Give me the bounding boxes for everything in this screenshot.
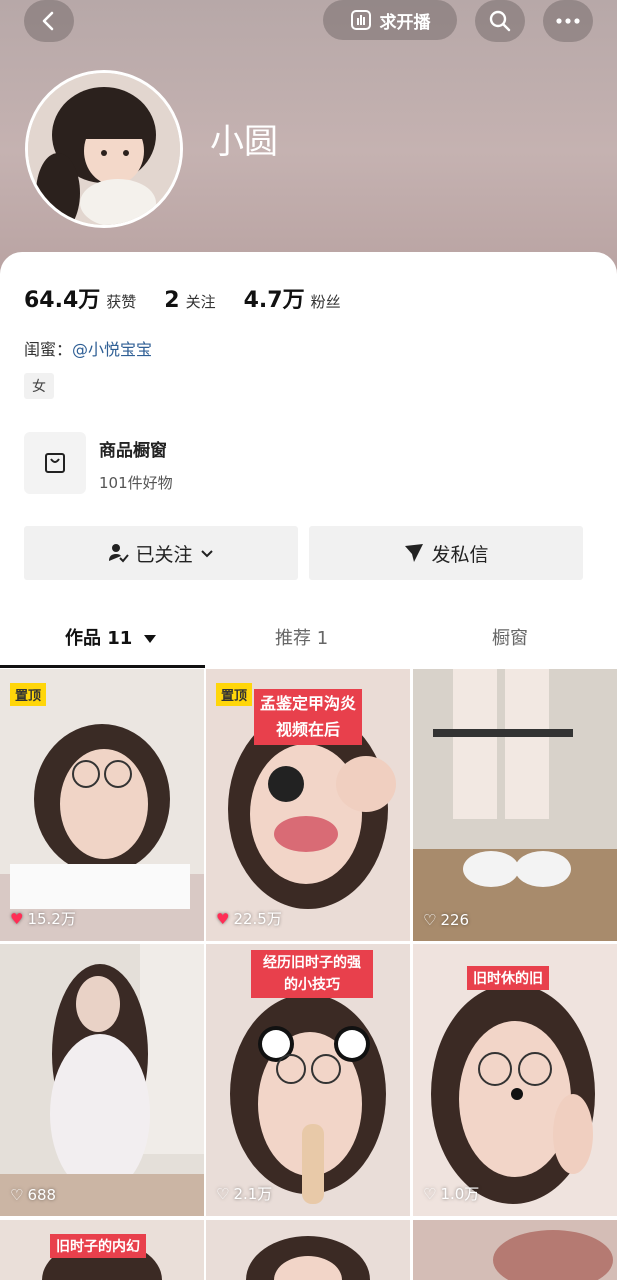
bestie-prefix: 闺蜜： [24, 340, 73, 359]
video-cover-image [0, 669, 204, 941]
video-thumb[interactable]: 经历旧时子的强的小技巧 ♡ 2.1万 [206, 944, 410, 1216]
likes-value: 22.5万 [233, 910, 282, 928]
heart-outline-icon: ♡ [423, 1184, 437, 1203]
shop-window-icon[interactable] [24, 432, 86, 494]
chevron-left-icon [42, 11, 54, 31]
heart-outline-icon: ♡ [216, 1184, 230, 1203]
back-button[interactable] [24, 0, 74, 42]
likes-value: 2.1万 [233, 1185, 273, 1203]
video-cover-image [0, 944, 204, 1216]
search-icon [489, 10, 511, 32]
followers-count[interactable]: 4.7万 [244, 282, 305, 314]
user-check-icon [109, 544, 130, 563]
following-count[interactable]: 2 [164, 288, 179, 313]
heart-outline-icon: ♡ [10, 1186, 24, 1204]
likes-count: ♥ 15.2万 [10, 908, 76, 929]
likes-count: ♡ 1.0万 [423, 1183, 479, 1204]
tab-shop[interactable]: 橱窗 [492, 624, 528, 650]
bestie-link[interactable]: @小悦宝宝 [72, 340, 152, 359]
video-thumb[interactable]: 旧时休的旧 ♡ 1.0万 [413, 944, 617, 1216]
avatar[interactable] [25, 70, 183, 228]
video-cover-image [413, 1220, 617, 1280]
send-icon [405, 544, 424, 562]
tab-works[interactable]: 作品 11 [65, 624, 157, 650]
video-thumb[interactable]: 置顶 ♥ 15.2万 [0, 669, 204, 941]
likes-count: 64.4万 [24, 288, 101, 313]
shopping-bag-icon [45, 453, 65, 473]
video-caption: 经历旧时子的强的小技巧 [251, 950, 373, 998]
gender-tag: 女 [24, 373, 54, 399]
likes-count: ♡ 2.1万 [216, 1183, 272, 1204]
heart-icon: ♥ [10, 909, 24, 928]
video-thumb[interactable]: 置顶 孟鉴定甲沟炎 视频在后 ♥ 22.5万 [206, 669, 410, 941]
message-button[interactable]: 发私信 [309, 526, 583, 580]
active-tab-indicator [0, 665, 205, 668]
heart-outline-icon: ♡ [423, 911, 437, 929]
followed-button[interactable]: 已关注 [24, 526, 298, 580]
video-cover-image [206, 1220, 410, 1280]
live-icon [350, 10, 371, 30]
request-live-button[interactable]: 求开播 [323, 0, 457, 40]
more-icon [556, 18, 580, 24]
tab-recommend[interactable]: 推荐 1 [275, 624, 328, 650]
heart-icon: ♥ [216, 909, 230, 928]
more-button[interactable] [543, 0, 593, 42]
request-live-label: 求开播 [379, 12, 431, 33]
search-button[interactable] [475, 0, 525, 42]
following-label[interactable]: 关注 [186, 291, 216, 312]
shop-window-title[interactable]: 商品橱窗 [99, 436, 167, 461]
video-caption: 孟鉴定甲沟炎 视频在后 [254, 689, 363, 745]
video-thumb[interactable] [413, 1220, 617, 1280]
video-thumb[interactable]: 旧时子的内幻 [0, 1220, 204, 1280]
video-thumb[interactable]: ♡ 688 [0, 944, 204, 1216]
caret-down-icon [143, 635, 156, 643]
shop-window-subtitle: 101件好物 [99, 474, 173, 492]
tab-works-label: 作品 11 [65, 628, 133, 649]
likes-value: 688 [27, 1186, 57, 1204]
video-thumb[interactable] [206, 1220, 410, 1280]
likes-count: ♥ 22.5万 [216, 908, 282, 929]
likes-label: 获赞 [106, 293, 137, 311]
likes-value: 226 [440, 911, 470, 929]
likes-count: ♡ 226 [423, 911, 469, 929]
avatar-image [28, 73, 180, 225]
chevron-down-icon [200, 550, 213, 558]
video-cover-image [413, 669, 617, 941]
followed-label: 已关注 [135, 543, 193, 566]
likes-value: 15.2万 [27, 910, 76, 928]
profile-name: 小圆 [210, 122, 278, 162]
message-label: 发私信 [431, 543, 489, 566]
video-thumb[interactable]: ♡ 226 [413, 669, 617, 941]
video-caption: 旧时休的旧 [467, 966, 549, 990]
profile-stats: 64.4万 获赞 2 关注 4.7万 粉丝 [24, 282, 369, 314]
content-tabs: 作品 11 推荐 1 橱窗 [0, 612, 617, 668]
pinned-badge: 置顶 [216, 683, 253, 706]
likes-value: 1.0万 [440, 1185, 480, 1203]
video-caption: 旧时子的内幻 [50, 1234, 146, 1258]
pinned-badge: 置顶 [10, 683, 47, 706]
bestie-line: 闺蜜：@小悦宝宝 [24, 336, 152, 360]
likes-count: ♡ 688 [10, 1186, 56, 1204]
followers-label[interactable]: 粉丝 [311, 291, 341, 312]
